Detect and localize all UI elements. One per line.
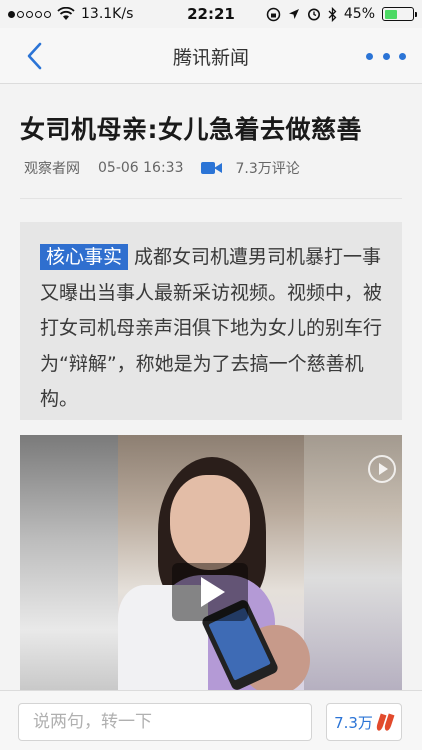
nav-title: 腾讯新闻 bbox=[172, 47, 249, 69]
alarm-icon bbox=[307, 8, 320, 21]
cell-signal-icon bbox=[8, 10, 51, 18]
bottom-bar: 7.3万 bbox=[0, 690, 422, 750]
status-bar: 13.1K/s 22:21 45% bbox=[0, 0, 422, 28]
video-camera-icon bbox=[201, 161, 223, 175]
video-subject-face bbox=[170, 475, 250, 570]
video-watermark-icon bbox=[368, 455, 396, 483]
network-speed: 13.1K/s bbox=[81, 6, 134, 22]
play-button[interactable] bbox=[172, 563, 248, 621]
more-dot bbox=[366, 52, 373, 60]
location-icon bbox=[288, 8, 299, 19]
article-timestamp: 05-06 16:33 bbox=[98, 160, 184, 176]
bluetooth-icon bbox=[328, 6, 337, 22]
summary-tag: 核心事实 bbox=[40, 244, 129, 270]
more-dot bbox=[382, 52, 390, 60]
rotation-lock-icon bbox=[266, 7, 281, 21]
divider bbox=[20, 198, 402, 199]
summary-box: 核心事实 成都女司机遭男司机暴打一事又曝出当事人最新采访视频。视频中，被打女司机母… bbox=[20, 222, 402, 420]
battery-icon bbox=[382, 7, 417, 21]
hot-pepper-icon bbox=[375, 712, 395, 732]
summary-text: 成都女司机遭男司机暴打一事又曝出当事人最新采访视频。视频中，被打女司机母亲声泪俱… bbox=[40, 246, 383, 410]
article-headline: 女司机母亲:女儿急着去做慈善 bbox=[20, 115, 362, 144]
battery-percent: 45% bbox=[343, 6, 375, 22]
comment-count-link[interactable]: 7.3万评论 bbox=[235, 158, 299, 178]
battery-fill bbox=[384, 9, 397, 19]
comment-count-short: 7.3万 bbox=[334, 713, 373, 732]
article-source[interactable]: 观察者网 bbox=[24, 158, 80, 178]
comment-input[interactable] bbox=[18, 703, 312, 741]
nav-bar: 腾讯新闻 bbox=[0, 28, 422, 84]
comment-count-button[interactable]: 7.3万 bbox=[326, 703, 402, 741]
wifi-icon bbox=[57, 7, 75, 20]
more-dot bbox=[399, 52, 406, 60]
video-player[interactable] bbox=[20, 435, 402, 695]
more-button[interactable] bbox=[366, 44, 406, 68]
article-meta: 观察者网 05-06 16:33 7.3万评论 bbox=[24, 158, 300, 178]
video-frame-left bbox=[20, 435, 118, 695]
